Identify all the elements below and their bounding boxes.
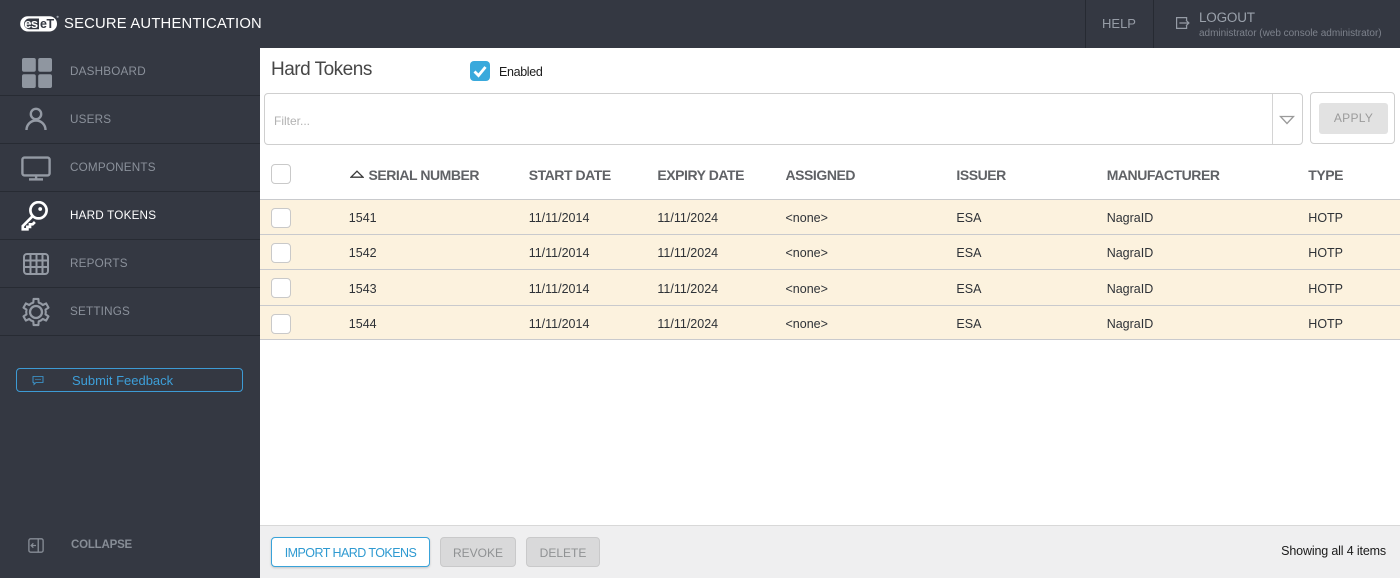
- svg-text:eT: eT: [40, 17, 55, 31]
- svg-text:es: es: [24, 16, 38, 31]
